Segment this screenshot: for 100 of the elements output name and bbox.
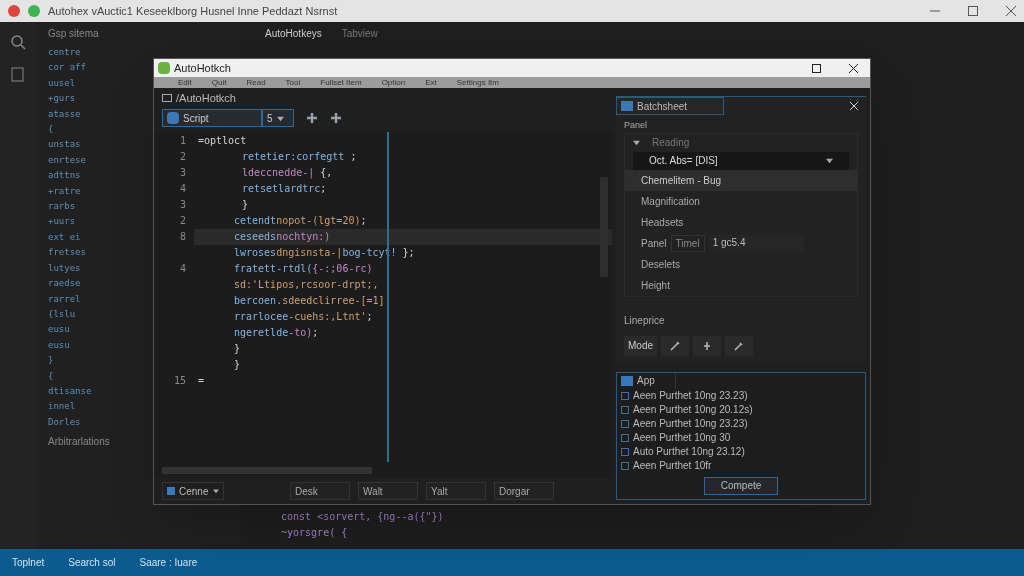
menu-item[interactable]: Tool xyxy=(285,77,301,88)
code-line: adttns xyxy=(48,169,81,183)
compete-button[interactable]: Compete xyxy=(704,476,778,495)
list-item[interactable]: Aeen Purthet 10ng 30 xyxy=(633,430,731,445)
code-line: eusu xyxy=(48,338,70,352)
mode-button[interactable]: Mode xyxy=(624,335,657,356)
panel-tab[interactable]: Batchsheet xyxy=(616,97,725,115)
script-icon xyxy=(167,487,175,495)
code-line: cor aff xyxy=(48,61,86,75)
code-line: Dorles xyxy=(48,415,81,429)
code-line: raedse xyxy=(48,277,81,291)
checkbox[interactable] xyxy=(621,405,629,414)
window-title: Autohex vAuctic1 Keseeklborg Husnel Inne Peddazt Nsrnst xyxy=(48,3,338,19)
plus-icon[interactable] xyxy=(306,112,318,124)
sidebar-footer: Arbitrarlations xyxy=(48,434,229,450)
collapse-header[interactable]: Reading xyxy=(625,133,857,152)
code-line: ldeccnedde-| {, xyxy=(241,166,334,181)
menu-item[interactable]: Option xyxy=(381,77,406,88)
action-button[interactable]: Yalt xyxy=(426,482,486,500)
field-label: Timel xyxy=(670,234,705,252)
code-line: const <sorvert, {ng--a({"}) xyxy=(281,510,445,524)
line-number: 15 xyxy=(173,374,186,388)
code-line: rarbs xyxy=(48,200,76,214)
tool-button[interactable] xyxy=(725,335,753,356)
code-line: unstas xyxy=(48,138,81,152)
list-item[interactable]: Headsets xyxy=(625,211,857,233)
status-item[interactable]: Toplnet xyxy=(12,555,45,570)
code-line: ~yorsgre( { xyxy=(281,526,349,540)
maximize-icon[interactable] xyxy=(812,63,821,73)
code-line: } xyxy=(233,342,242,356)
dialog-title: AutoHotkch xyxy=(174,60,231,76)
caret-icon xyxy=(633,139,640,146)
close-icon[interactable] xyxy=(849,63,858,73)
code-line: innel xyxy=(48,400,76,414)
list-item[interactable]: Aeen Purthet 10fr xyxy=(633,458,712,473)
code-line: eusu xyxy=(48,323,70,337)
files-icon[interactable] xyxy=(10,66,26,82)
list-item[interactable]: Chemelitem - Bug xyxy=(625,169,857,191)
code-line: atasse xyxy=(48,107,81,121)
tool-button[interactable] xyxy=(661,335,689,356)
folder-icon xyxy=(162,93,172,103)
code-line: } xyxy=(241,198,250,212)
line-number: 4 xyxy=(179,182,186,196)
code-line: bercoen.sdeedclirree-[=1] xyxy=(233,294,386,308)
menu-item[interactable]: Settings Itm xyxy=(456,77,499,88)
checkbox[interactable] xyxy=(621,433,629,442)
action-button[interactable]: Desk xyxy=(290,482,350,500)
field-label: Panel xyxy=(641,236,667,251)
line-number: 8 xyxy=(179,230,186,244)
checkbox[interactable] xyxy=(621,391,629,400)
select-field[interactable]: Oct. Abs= [DIS] xyxy=(633,151,849,170)
editor-tab[interactable]: Tabview xyxy=(341,26,378,46)
caret-icon xyxy=(276,114,284,122)
tab-dropdown[interactable]: 5 xyxy=(262,109,294,127)
checkbox[interactable] xyxy=(621,461,629,470)
line-number: 1 xyxy=(179,134,186,148)
code-line: rrarlocee-cuehs:,Ltnt'; xyxy=(233,310,374,324)
plus-icon[interactable] xyxy=(330,112,342,124)
code-line: lutyes xyxy=(48,261,81,275)
list-item[interactable]: Aeen Purthet 10ng 20.12s) xyxy=(633,402,753,417)
code-line: { xyxy=(48,369,54,383)
menu-item[interactable]: Read xyxy=(246,77,266,88)
code-line: +gurs xyxy=(48,92,76,106)
menu-item[interactable]: Ext xyxy=(425,77,437,88)
checkbox[interactable] xyxy=(621,419,629,428)
dropdown[interactable]: Cenne xyxy=(162,482,224,500)
menu-item[interactable]: Fullset Item xyxy=(320,77,362,88)
section-label: Lineprice xyxy=(623,313,666,328)
section-label: Panel xyxy=(623,119,649,132)
list-item[interactable]: Aeen Purthet 10ng 23.23) xyxy=(633,388,748,403)
caret-icon xyxy=(826,157,833,164)
line-number: 4 xyxy=(179,262,186,276)
script-tab[interactable]: Script xyxy=(162,109,262,127)
list-item[interactable]: Aeen Purthet 10ng 23.23) xyxy=(633,416,748,431)
code-line: enrtese xyxy=(48,153,86,167)
code-line: fratett-rtdl({-:;06-rc) xyxy=(233,262,374,276)
action-button[interactable]: Walt xyxy=(358,482,418,500)
code-line: {lslu xyxy=(48,307,76,321)
line-number: 3 xyxy=(179,166,186,180)
menu-item[interactable]: Quit xyxy=(211,77,227,88)
search-icon[interactable] xyxy=(10,34,26,50)
line-number: 3 xyxy=(179,198,186,212)
editor-tab[interactable]: AutoHotkeys xyxy=(265,26,322,46)
line-number: 2 xyxy=(179,214,186,228)
panel-tab[interactable]: App xyxy=(617,372,676,389)
code-line: } xyxy=(233,358,242,372)
code-line: fretses xyxy=(48,246,86,260)
status-item[interactable]: Search sol xyxy=(68,555,116,570)
code-line: ngeretlde-to); xyxy=(233,326,320,340)
menu-item[interactable]: Edit xyxy=(178,77,192,88)
list-item[interactable]: Deselets xyxy=(625,253,857,275)
code-line: } xyxy=(48,354,54,368)
list-item[interactable]: Auto Purthet 10ng 23.12) xyxy=(633,444,745,459)
list-item[interactable]: Height xyxy=(625,274,857,296)
list-item[interactable]: Magnification xyxy=(625,190,857,212)
status-item[interactable]: Saare : Iuare xyxy=(139,555,198,570)
tool-button[interactable] xyxy=(693,335,721,356)
action-button[interactable]: Dorgar xyxy=(494,482,554,500)
input-field[interactable]: 1 gc5.4 xyxy=(708,235,804,251)
checkbox[interactable] xyxy=(621,447,629,456)
